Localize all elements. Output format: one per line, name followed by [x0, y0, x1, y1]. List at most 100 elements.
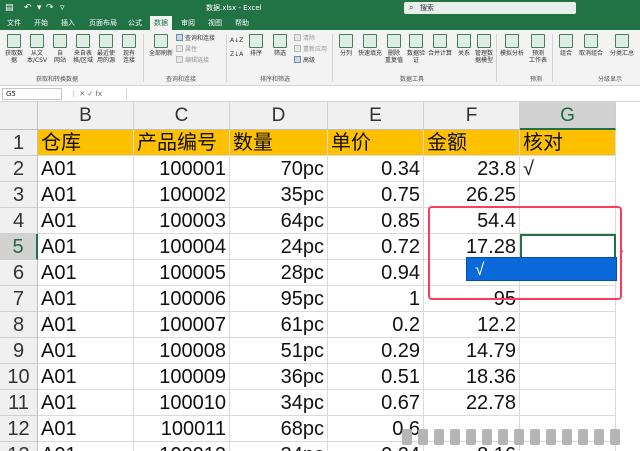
cell-c13[interactable]: 100012: [134, 442, 230, 451]
cell-g1[interactable]: 核对: [520, 130, 616, 156]
cell-g10[interactable]: [520, 364, 616, 390]
row-header-5[interactable]: 5: [0, 234, 38, 260]
cell-c4[interactable]: 100003: [134, 208, 230, 234]
formula-input[interactable]: [126, 88, 638, 100]
autosave-icon[interactable]: ▤: [5, 2, 14, 14]
from-table-button[interactable]: 来自表 格/区域: [71, 34, 95, 64]
cell-b5[interactable]: A01: [38, 234, 134, 260]
cell-d13[interactable]: 34pc: [230, 442, 328, 451]
flash-fill-button[interactable]: 快速填充: [356, 34, 384, 57]
cell-f1[interactable]: 金额: [424, 130, 520, 156]
cell-b8[interactable]: A01: [38, 312, 134, 338]
clear-button[interactable]: 清除: [294, 34, 315, 44]
cell-e11[interactable]: 0.67: [328, 390, 424, 416]
cell-b7[interactable]: A01: [38, 286, 134, 312]
cell-b2[interactable]: A01: [38, 156, 134, 182]
subtotal-button[interactable]: 分类汇总: [606, 34, 638, 57]
tab-view[interactable]: 视图: [204, 16, 226, 30]
consolidate-button[interactable]: 合并计算: [426, 34, 454, 57]
column-header-b[interactable]: B: [38, 102, 134, 130]
redo-icon[interactable]: ↷: [46, 2, 54, 14]
recent-sources-button[interactable]: 最近使 用的源: [94, 34, 118, 64]
text-to-columns-button[interactable]: 分列: [334, 34, 358, 57]
row-header-13[interactable]: 13: [0, 442, 38, 451]
undo-dropdown-icon[interactable]: ▾: [37, 2, 42, 14]
tab-formulas[interactable]: 公式: [124, 16, 146, 30]
cell-c3[interactable]: 100002: [134, 182, 230, 208]
column-header-d[interactable]: D: [230, 102, 328, 130]
tab-file[interactable]: 文件: [3, 16, 25, 30]
existing-connections-button[interactable]: 现有 连接: [117, 34, 141, 64]
cell-e8[interactable]: 0.2: [328, 312, 424, 338]
cell-e4[interactable]: 0.85: [328, 208, 424, 234]
column-header-e[interactable]: E: [328, 102, 424, 130]
properties-button[interactable]: 属性: [176, 45, 197, 55]
select-all-corner[interactable]: [0, 102, 38, 130]
row-header-11[interactable]: 11: [0, 390, 38, 416]
cell-d12[interactable]: 68pc: [230, 416, 328, 442]
cell-b3[interactable]: A01: [38, 182, 134, 208]
reapply-button[interactable]: 重新应用: [294, 45, 327, 55]
row-header-1[interactable]: 1: [0, 130, 38, 156]
cell-f2[interactable]: 23.8: [424, 156, 520, 182]
cell-g9[interactable]: [520, 338, 616, 364]
cell-g3[interactable]: [520, 182, 616, 208]
edit-links-button[interactable]: 编辑链接: [176, 56, 209, 66]
cell-c7[interactable]: 100006: [134, 286, 230, 312]
cell-c2[interactable]: 100001: [134, 156, 230, 182]
row-header-6[interactable]: 6: [0, 260, 38, 286]
cell-b10[interactable]: A01: [38, 364, 134, 390]
cell-e7[interactable]: 1: [328, 286, 424, 312]
row-header-4[interactable]: 4: [0, 208, 38, 234]
cell-g8[interactable]: [520, 312, 616, 338]
data-validation-button[interactable]: 数据验证: [404, 34, 428, 64]
cell-c12[interactable]: 100011: [134, 416, 230, 442]
cell-b12[interactable]: A01: [38, 416, 134, 442]
sort-asc-button[interactable]: A↓Z: [230, 36, 243, 46]
cell-b1[interactable]: 仓库: [38, 130, 134, 156]
undo-icon[interactable]: ↶: [24, 2, 32, 14]
cell-c1[interactable]: 产品编号: [134, 130, 230, 156]
cell-e10[interactable]: 0.51: [328, 364, 424, 390]
cell-d5[interactable]: 24pc: [230, 234, 328, 260]
tab-data[interactable]: 数据: [150, 16, 172, 30]
tab-page-layout[interactable]: 页面布局: [85, 16, 121, 30]
cell-d3[interactable]: 35pc: [230, 182, 328, 208]
cell-d10[interactable]: 36pc: [230, 364, 328, 390]
column-header-c[interactable]: C: [134, 102, 230, 130]
cell-f3[interactable]: 26.25: [424, 182, 520, 208]
row-header-12[interactable]: 12: [0, 416, 38, 442]
cell-b6[interactable]: A01: [38, 260, 134, 286]
cell-c5[interactable]: 100004: [134, 234, 230, 260]
from-csv-button[interactable]: 从文 本/CSV: [25, 34, 49, 64]
cell-b4[interactable]: A01: [38, 208, 134, 234]
cell-b9[interactable]: A01: [38, 338, 134, 364]
row-header-10[interactable]: 10: [0, 364, 38, 390]
formula-bar-icons[interactable]: ⋮ ✕ ✓ fx: [70, 88, 102, 100]
cell-c9[interactable]: 100008: [134, 338, 230, 364]
cell-d11[interactable]: 34pc: [230, 390, 328, 416]
from-web-button[interactable]: 自网站: [48, 34, 72, 64]
filter-button[interactable]: 筛选: [268, 34, 292, 57]
cell-g11[interactable]: [520, 390, 616, 416]
cell-d4[interactable]: 64pc: [230, 208, 328, 234]
sort-button[interactable]: 排序: [244, 34, 268, 57]
cell-g2[interactable]: √: [520, 156, 616, 182]
cell-d9[interactable]: 51pc: [230, 338, 328, 364]
cell-e1[interactable]: 单价: [328, 130, 424, 156]
tab-help[interactable]: 帮助: [231, 16, 253, 30]
data-model-button[interactable]: 管理数 据模型: [472, 34, 496, 64]
column-header-g[interactable]: G: [520, 102, 616, 130]
cell-e6[interactable]: 0.94: [328, 260, 424, 286]
cell-d6[interactable]: 28pc: [230, 260, 328, 286]
cell-c10[interactable]: 100009: [134, 364, 230, 390]
search-box[interactable]: ⌕ 搜索: [404, 2, 576, 14]
cell-d2[interactable]: 70pc: [230, 156, 328, 182]
name-box[interactable]: G5: [2, 88, 62, 100]
cell-c11[interactable]: 100010: [134, 390, 230, 416]
cell-f10[interactable]: 18.36: [424, 364, 520, 390]
row-header-7[interactable]: 7: [0, 286, 38, 312]
sort-desc-button[interactable]: Z↓A: [230, 50, 243, 60]
cell-b11[interactable]: A01: [38, 390, 134, 416]
cell-b13[interactable]: A01: [38, 442, 134, 451]
